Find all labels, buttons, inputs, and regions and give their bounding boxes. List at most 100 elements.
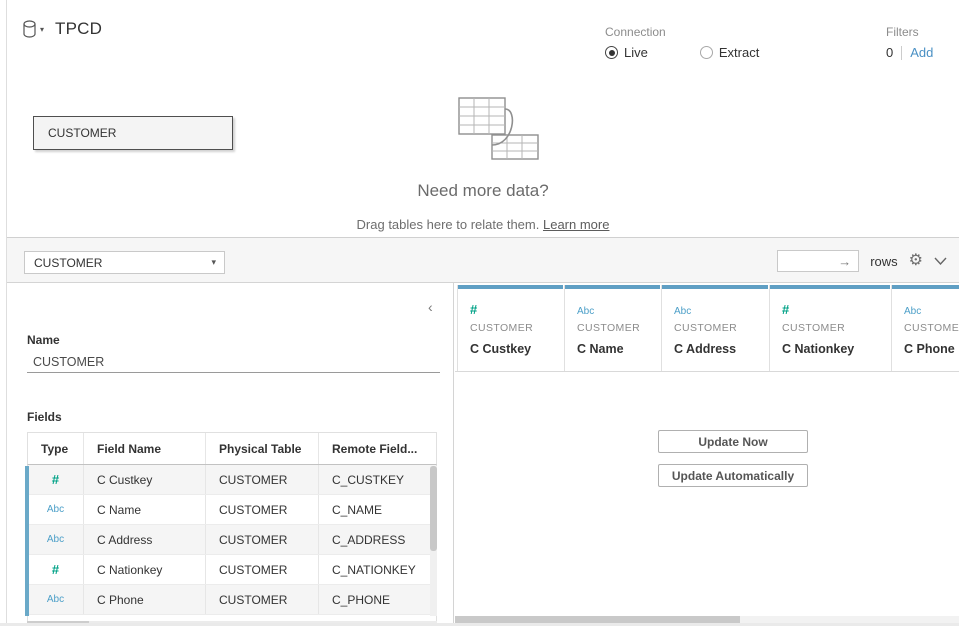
remote-field-cell: C_CUSTKEY — [319, 465, 438, 494]
table-row[interactable]: Abc C Address CUSTOMER C_ADDRESS — [27, 525, 437, 555]
database-icon — [22, 20, 37, 38]
column-accent-bar — [892, 285, 959, 289]
fields-table: Type Field Name Physical Table Remote Fi… — [27, 432, 437, 615]
empty-state-title: Need more data? — [7, 181, 959, 201]
empty-state-hint: Drag tables here to relate them. Learn m… — [7, 217, 959, 232]
chevron-down-icon[interactable] — [934, 257, 947, 265]
filters-count: 0 — [886, 45, 893, 60]
field-name-cell: C Address — [84, 525, 206, 554]
extract-radio-label[interactable]: Extract — [719, 45, 759, 60]
grid-column-header[interactable]: Abc CUSTOMER C Name — [565, 285, 662, 371]
table-details-panel: ‹ Name CUSTOMER Fields Type Field Name P… — [7, 283, 454, 626]
table-row[interactable]: Abc C Phone CUSTOMER C_PHONE — [27, 585, 437, 615]
filters-label: Filters — [886, 25, 933, 39]
filters-add-link[interactable]: Add — [910, 45, 933, 60]
remote-field-cell: C_ADDRESS — [319, 525, 438, 554]
table-row[interactable]: Abc C Name CUSTOMER C_NAME — [27, 495, 437, 525]
col-header-remote-field[interactable]: Remote Field... — [319, 433, 438, 464]
rows-label: rows — [870, 254, 897, 269]
grid-column-header[interactable]: # CUSTOMER C Custkey — [458, 285, 565, 371]
grid-header-row: # CUSTOMER C Custkey Abc CUSTOMER C Name… — [457, 285, 959, 371]
field-name-cell: C Name — [84, 495, 206, 524]
column-accent-bar — [565, 285, 660, 289]
grid-column-table: CUSTOMER — [577, 322, 661, 334]
string-type-icon: Abc — [47, 534, 64, 545]
col-header-physical-table[interactable]: Physical Table — [206, 433, 319, 464]
chevron-down-icon: ▾ — [40, 25, 44, 34]
string-type-icon: Abc — [904, 306, 921, 317]
grid-column-table: CUSTOMER — [470, 322, 564, 334]
grid-column-table: CUSTOMER — [782, 322, 891, 334]
grid-horizontal-scrollbar-thumb[interactable] — [455, 616, 740, 623]
grid-column-header[interactable]: Abc CUSTOMER C Phone — [892, 285, 959, 371]
grid-column-field: C Address — [674, 342, 769, 356]
number-type-icon: # — [782, 302, 789, 317]
table-select-dropdown[interactable]: CUSTOMER ▾ — [24, 251, 225, 274]
relationship-canvas: ▾ TPCD Connection Live Extract Filters 0… — [7, 0, 959, 238]
connection-section: Connection Live Extract — [605, 25, 759, 60]
col-header-field-name[interactable]: Field Name — [84, 433, 206, 464]
number-type-icon: # — [52, 562, 59, 577]
table-select-value: CUSTOMER — [34, 256, 211, 270]
relate-tables-icon — [430, 95, 548, 161]
grid-column-header[interactable]: # CUSTOMER C Nationkey — [770, 285, 892, 371]
table-name-field[interactable]: CUSTOMER — [33, 355, 104, 369]
live-radio-label[interactable]: Live — [624, 45, 648, 60]
column-accent-bar — [662, 285, 768, 289]
rows-controls: → rows ⚙ — [777, 250, 947, 272]
col-header-type[interactable]: Type — [28, 433, 84, 464]
left-rail-edge — [0, 0, 7, 626]
string-type-icon: Abc — [577, 306, 594, 317]
number-type-icon: # — [52, 472, 59, 487]
physical-table-cell: CUSTOMER — [206, 495, 319, 524]
remote-field-cell: C_PHONE — [319, 585, 438, 614]
table-row[interactable]: # C Nationkey CUSTOMER C_NATIONKEY — [27, 555, 437, 585]
grid-column-table: CUSTOMER — [674, 322, 769, 334]
filters-section: Filters 0 Add — [886, 25, 933, 60]
chevron-down-icon: ▾ — [211, 257, 216, 268]
logical-table-toolbar: CUSTOMER ▾ → rows ⚙ — [7, 238, 959, 283]
collapse-panel-icon[interactable]: ‹ — [428, 299, 433, 315]
extract-radio[interactable] — [700, 46, 713, 59]
canvas-table-node[interactable]: CUSTOMER — [33, 116, 233, 150]
column-accent-bar — [770, 285, 890, 289]
string-type-icon: Abc — [47, 594, 64, 605]
arrow-right-icon: → — [838, 254, 851, 269]
connection-label: Connection — [605, 25, 759, 39]
fields-table-header-row: Type Field Name Physical Table Remote Fi… — [27, 432, 437, 465]
field-name-cell: C Phone — [84, 585, 206, 614]
field-name-cell: C Custkey — [84, 465, 206, 494]
name-field-underline — [27, 372, 440, 373]
grid-header-divider — [455, 371, 959, 372]
update-now-button[interactable]: Update Now — [658, 430, 808, 453]
fields-vertical-scrollbar-thumb[interactable] — [430, 466, 437, 551]
filters-divider — [901, 46, 902, 60]
learn-more-link[interactable]: Learn more — [543, 217, 609, 232]
field-name-cell: C Nationkey — [84, 555, 206, 584]
datasource-page: ▾ TPCD Connection Live Extract Filters 0… — [0, 0, 959, 626]
grid-column-field: C Nationkey — [782, 342, 891, 356]
column-accent-bar — [458, 285, 563, 289]
number-type-icon: # — [470, 302, 477, 317]
grid-column-field: C Custkey — [470, 342, 564, 356]
update-automatically-button[interactable]: Update Automatically — [658, 464, 808, 487]
string-type-icon: Abc — [47, 504, 64, 515]
physical-table-cell: CUSTOMER — [206, 525, 319, 554]
data-preview-grid: # CUSTOMER C Custkey Abc CUSTOMER C Name… — [455, 283, 959, 626]
rows-count-input[interactable]: → — [777, 250, 859, 272]
table-row[interactable]: # C Custkey CUSTOMER C_CUSTKEY — [27, 465, 437, 495]
grid-column-field: C Name — [577, 342, 661, 356]
remote-field-cell: C_NATIONKEY — [319, 555, 438, 584]
datasource-menu-button[interactable]: ▾ — [22, 20, 44, 38]
empty-state-hint-text: Drag tables here to relate them. — [357, 217, 540, 232]
fields-label: Fields — [27, 410, 62, 424]
grid-column-header[interactable]: Abc CUSTOMER C Address — [662, 285, 770, 371]
physical-table-cell: CUSTOMER — [206, 555, 319, 584]
name-label: Name — [27, 333, 60, 347]
canvas-table-node-label: CUSTOMER — [48, 126, 116, 140]
live-radio[interactable] — [605, 46, 618, 59]
gear-icon[interactable]: ⚙ — [909, 253, 923, 269]
string-type-icon: Abc — [674, 306, 691, 317]
physical-table-cell: CUSTOMER — [206, 465, 319, 494]
datasource-title[interactable]: TPCD — [55, 19, 102, 39]
